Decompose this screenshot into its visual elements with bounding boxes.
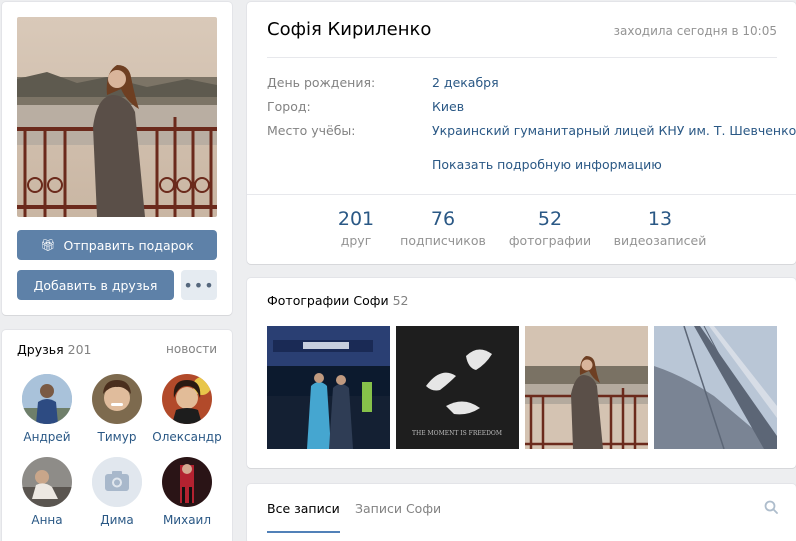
info-label: Город: [267, 99, 311, 114]
friend-avatar [92, 457, 142, 507]
friend-avatar [22, 457, 72, 507]
friends-count: 201 [67, 342, 92, 357]
counter-friends[interactable]: 201 друг [306, 208, 406, 248]
counter-number: 52 [537, 208, 563, 230]
avatar-card: 🎁︎ Отправить подарок Добавить в друзья •… [2, 2, 232, 315]
profile-name: Софія Кириленко [267, 19, 432, 40]
photos-count: 52 [392, 293, 409, 308]
friend-item[interactable]: Дима [82, 457, 152, 527]
more-dots-icon: ••• [183, 275, 215, 295]
info-value-link[interactable]: Киев [432, 99, 464, 114]
info-label: Место учёбы: [267, 123, 356, 138]
add-friend-label: Добавить в друзья [33, 277, 158, 293]
info-label: День рождения: [267, 75, 376, 90]
friends-header: Друзья 201 новости [17, 342, 217, 357]
friend-item[interactable]: Анна [12, 457, 82, 527]
send-gift-button[interactable]: 🎁︎ Отправить подарок [17, 230, 217, 260]
wall-card: Все записи Записи Софи [247, 484, 796, 541]
counter-videos[interactable]: 13 видеозаписей [610, 208, 710, 248]
photos-heading[interactable]: Фотографии Софи 52 [267, 293, 409, 308]
friends-heading[interactable]: Друзья 201 [17, 342, 92, 357]
profile-info-card: Софія Кириленко заходила сегодня в 10:05… [247, 2, 796, 264]
info-value-link[interactable]: Украинский гуманитарный лицей КНУ им. Т.… [432, 123, 796, 138]
divider [267, 57, 777, 58]
photo-thumbnail[interactable] [267, 326, 390, 449]
counter-label: друг [340, 233, 372, 248]
photo-thumbnail[interactable] [654, 326, 777, 449]
counter-number: 76 [430, 208, 456, 230]
counter-number: 13 [647, 208, 673, 230]
friend-name: Олександр [152, 430, 222, 444]
friend-name: Анна [31, 513, 63, 527]
photo-thumbnail[interactable] [525, 326, 648, 449]
photos-title: Фотографии Софи [267, 293, 389, 308]
show-details-link[interactable]: Показать подробную информацию [432, 157, 662, 172]
gift-icon: 🎁︎ [40, 238, 56, 252]
counter-label: подписчиков [400, 233, 486, 248]
friend-name: Тимур [97, 430, 137, 444]
counter-label: фотографии [508, 233, 592, 248]
more-actions-button[interactable]: ••• [181, 270, 217, 300]
friend-name: Михаил [162, 513, 212, 527]
counter-photos[interactable]: 52 фотографии [500, 208, 600, 248]
counter-followers[interactable]: 76 подписчиков [393, 208, 493, 248]
photo-thumbnail[interactable]: THE MOMENT IS FREEDOM [396, 326, 519, 449]
friend-avatar [22, 374, 72, 424]
friend-item[interactable]: Олександр [152, 374, 222, 444]
info-value-link[interactable]: 2 декабря [432, 75, 499, 90]
counter-label: видеозаписей [613, 233, 707, 248]
counter-number: 201 [337, 208, 375, 230]
friend-item[interactable]: Андрей [12, 374, 82, 444]
friend-name: Дима [100, 513, 134, 527]
friend-name: Андрей [23, 430, 71, 444]
add-friend-button[interactable]: Добавить в друзья [17, 270, 174, 300]
tab-all-posts[interactable]: Все записи [267, 501, 340, 533]
divider [247, 194, 796, 195]
photo-caption: THE MOMENT IS FREEDOM [412, 430, 502, 437]
friends-card: Друзья 201 новости Андрей Тимур Олександр… [2, 330, 232, 541]
friend-avatar [162, 457, 212, 507]
friend-item[interactable]: Тимур [82, 374, 152, 444]
camera-icon [92, 457, 142, 507]
friends-title: Друзья [17, 342, 64, 357]
photos-card: Фотографии Софи 52 THE MOMENT IS FREEDOM [247, 278, 796, 468]
friends-news-link[interactable]: новости [166, 342, 217, 357]
tab-own-posts[interactable]: Записи Софи [355, 501, 441, 516]
search-icon[interactable] [764, 500, 778, 517]
send-gift-label: Отправить подарок [63, 237, 194, 253]
friend-item[interactable]: Михаил [152, 457, 222, 527]
friend-avatar [92, 374, 142, 424]
friend-avatar [162, 374, 212, 424]
profile-photo[interactable] [17, 17, 217, 217]
last-seen-status: заходила сегодня в 10:05 [613, 24, 777, 38]
